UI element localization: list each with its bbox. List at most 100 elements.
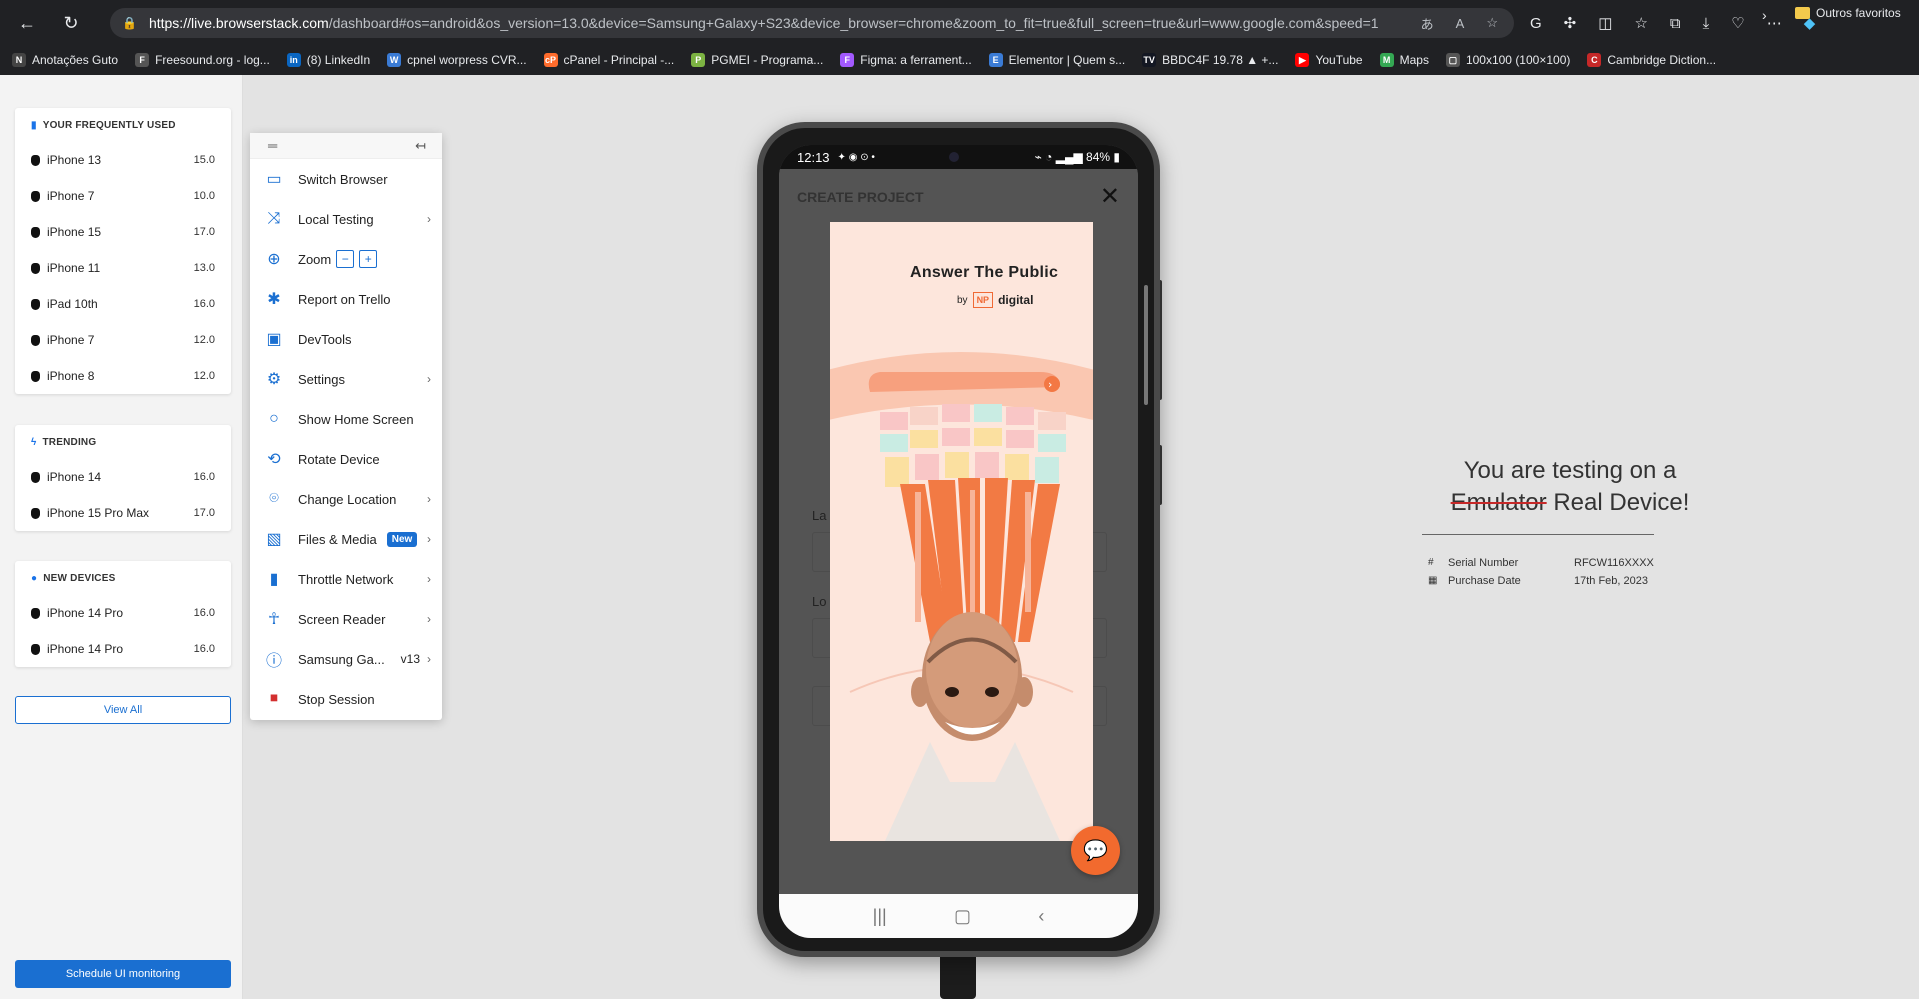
trending-list: iPhone 14 16.0 iPhone 15 Pro Max 17.0 [15,459,231,531]
device-row[interactable]: iPhone 8 12.0 [15,358,231,394]
bookmark-item[interactable]: F Figma: a ferrament... [840,53,972,67]
device-row[interactable]: iPhone 11 13.0 [15,250,231,286]
device-name: iPhone 7 [47,333,95,347]
device-row[interactable]: iPhone 14 16.0 [15,459,231,495]
device-row[interactable]: iPhone 14 Pro 16.0 [15,595,231,631]
apple-icon [31,334,40,346]
bookmark-favicon-icon: in [286,53,301,67]
bookmark-item[interactable]: Wcpnel worpress CVR... [387,53,527,67]
bookmark-favicon-icon: C [1587,53,1602,67]
serial-label: Serial Number [1448,557,1519,569]
collapse-menu-icon[interactable]: ↤ [415,138,426,154]
menu-rotate[interactable]: ⟲ Rotate Device [250,439,442,479]
bookmark-item[interactable]: P PGMEI - Programa... [691,53,823,67]
zoom-in-button[interactable]: + [359,250,378,268]
menu-files-media[interactable]: ▧ Files & Media New › [250,519,442,559]
bookmark-item[interactable]: F Freesound.org - log... [135,53,270,67]
menu-settings[interactable]: ⚙ Settings › [250,359,442,399]
device-name: iPhone 14 [47,470,102,484]
circle-icon: ○ [269,410,279,427]
promo-popup[interactable]: Answer The Public by NP digital › [830,222,1093,841]
menu-devtools[interactable]: ▣ DevTools [250,319,442,359]
bookmark-label: Elementor | Quem s... [1008,53,1126,67]
menu-local-testing[interactable]: ⤨ Local Testing › [250,199,442,239]
home-icon[interactable]: ▢ [954,906,971,927]
device-row[interactable]: iPhone 7 12.0 [15,322,231,358]
bookmark-item[interactable]: cP cPanel - Principal -... [543,53,674,67]
trending-header: ϟ TRENDING [15,425,231,459]
recent-apps-icon[interactable]: ||| [873,906,887,927]
bookmark-label: Maps [1399,53,1429,67]
device-row[interactable]: iPhone 14 Pro 16.0 [15,631,231,667]
device-row[interactable]: iPad 10th 16.0 [15,286,231,322]
favorites-icon[interactable]: ☆ [1634,14,1647,32]
phone-scrollbar [1144,285,1148,405]
menu-screen-reader[interactable]: ☥ Screen Reader › [250,599,442,639]
view-all-button[interactable]: View All [15,696,231,724]
menu-report-trello[interactable]: ✱ Report on Trello [250,279,442,319]
zoom-out-button[interactable]: − [336,250,355,268]
chevron-right-icon: › [427,492,431,506]
browser-essentials-icon[interactable]: ♡ [1731,14,1744,32]
device-row[interactable]: iPhone 13 15.0 [15,142,231,178]
close-icon[interactable]: ✕ [1100,182,1120,211]
apple-icon [31,471,40,483]
menu-throttle-network[interactable]: ▮ Throttle Network › [250,559,442,599]
session-toolbar-menu: ═ ↤ ▭ Switch Browser ⤨ Local Testing › ⊕ Zoo… [250,133,442,720]
menu-handle[interactable]: ═ ↤ [250,133,442,159]
bookmark-item[interactable]: in (8) LinkedIn [286,53,370,67]
new-devices-title: NEW DEVICES [43,572,116,584]
back-nav-icon[interactable]: ‹ [1038,906,1044,927]
bookmark-item[interactable]: N Anotações Guto [12,53,118,67]
bookmark-item[interactable]: ▢ 100x100 (100×100) [1445,53,1570,67]
menu-change-location[interactable]: ⌾ Change Location › [250,479,442,519]
bookmark-item[interactable]: TV BBDC4F 19.78 ▲ +... [1142,53,1278,67]
device-name: iPhone 14 Pro [47,642,124,656]
bookmark-item[interactable]: C Cambridge Diction... [1587,53,1716,67]
menu-device-info[interactable]: ⓘ Samsung Ga... v13 › [250,639,442,679]
new-badge: New [386,531,418,547]
bookmark-item[interactable]: E Elementor | Quem s... [988,53,1126,67]
device-row[interactable]: iPhone 15 17.0 [15,214,231,250]
device-name: iPhone 7 [47,189,95,203]
schedule-ui-monitoring-button[interactable]: Schedule UI monitoring [15,960,231,988]
grammarly-icon[interactable]: G [1530,15,1542,32]
read-aloud-icon[interactable]: A [1456,16,1465,31]
apple-icon [31,190,40,202]
collections-icon[interactable]: ⧉ [1670,15,1681,32]
back-icon[interactable]: ← [12,8,42,38]
devices-icon: ▭ [266,171,282,188]
download-icon[interactable]: ⤓ [1703,15,1710,32]
favorite-star-icon[interactable]: ☆ [1486,15,1498,31]
chevron-right-icon: › [427,652,431,666]
bookmark-label: BBDC4F 19.78 ▲ +... [1162,53,1279,67]
menu-label: Rotate Device [298,451,380,467]
device-version: 10.0 [193,190,215,202]
other-favorites[interactable]: Outros favoritos [1795,6,1901,20]
phone-screen[interactable]: 12:13 ✦ ◉ ⊙ • ⌁ ◔ ▂▄▆ 84% ▮ CREATE PROJE… [779,145,1138,938]
extensions-icon[interactable]: ✣ [1564,14,1577,32]
device-row[interactable]: iPhone 7 10.0 [15,178,231,214]
chat-bubble-icon[interactable]: 💬 [1071,826,1120,875]
headline-line2: Emulator Real Device! [1400,487,1740,519]
address-bar[interactable]: 🔒 https://live.browserstack.com/dashboar… [110,8,1514,38]
split-screen-icon[interactable]: ◫ [1598,14,1612,32]
more-menu-icon[interactable]: ⋯ [1767,14,1782,32]
svg-text:›: › [1048,378,1052,391]
reload-icon[interactable]: ↻ [56,8,86,38]
info-icon: ⓘ [265,653,282,670]
drag-handle-icon[interactable]: ═ [268,138,277,153]
bookmarks-bar: N Anotações Guto F Freesound.org - log... in… [0,45,1919,75]
menu-stop-session[interactable]: ⏹ Stop Session [250,679,442,719]
device-row[interactable]: iPhone 15 Pro Max 17.0 [15,495,231,531]
menu-switch-browser[interactable]: ▭ Switch Browser [250,159,442,199]
translate-icon[interactable]: あ [1421,14,1434,33]
stop-icon: ⏹ [269,690,278,707]
bookmarks-overflow-icon[interactable]: › [1762,7,1767,23]
notification-icons: ✦ ◉ ⊙ • [837,151,875,163]
bookmark-favicon-icon: N [12,53,26,67]
menu-show-home[interactable]: ○ Show Home Screen [250,399,442,439]
bookmark-item[interactable]: ▶ YouTube [1295,53,1363,67]
serial-value: RFCW116XXXX [1574,557,1654,569]
bookmark-item[interactable]: M Maps [1379,53,1429,67]
